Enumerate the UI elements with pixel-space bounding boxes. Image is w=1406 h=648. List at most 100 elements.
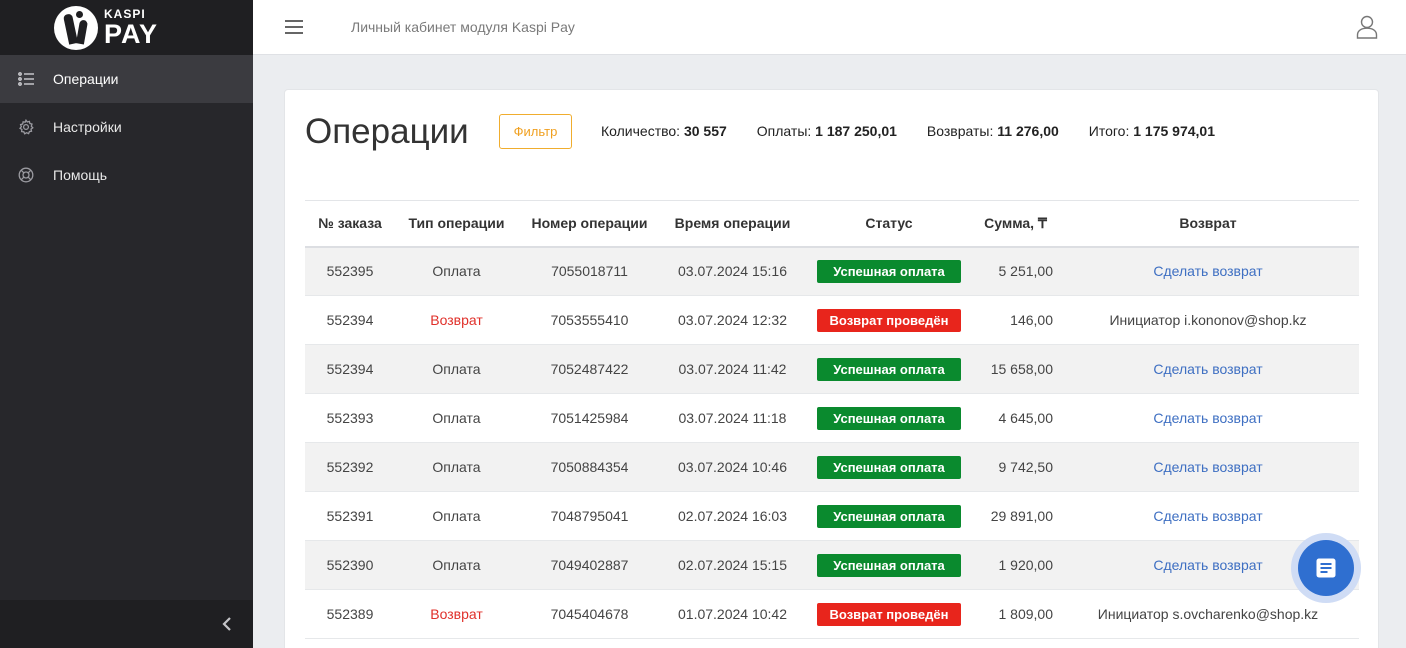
operations-card: Операции Фильтр Количество: 30 557 Оплат… (284, 89, 1379, 648)
table-row: 552393 Оплата 7051425984 03.07.2024 11:18 Ус… (305, 394, 1359, 443)
operation-type: Оплата (432, 263, 481, 280)
order-number: 552395 (326, 263, 374, 280)
refund-cell: Сделать возврат (1057, 492, 1359, 541)
table-row: 552394 Возврат 7053555410 03.07.2024 12:32 В… (305, 296, 1359, 345)
column-header-order[interactable]: № заказа (305, 201, 395, 247)
sidebar-footer (0, 600, 253, 648)
table-row: 552395 Оплата 7055018711 03.07.2024 15:16 Ус… (305, 246, 1359, 296)
refund-cell: Сделать возврат (1057, 443, 1359, 492)
status-cell: Возврат проведён (804, 296, 974, 345)
status-cell: Успешная оплата (804, 394, 974, 443)
order-number: 552394 (326, 312, 374, 328)
operation-sum: 29 891,00 (990, 508, 1053, 524)
operation-time: 03.07.2024 11:18 (678, 410, 787, 426)
operation-type: Оплата (432, 557, 481, 573)
table-row: 552394 Оплата 7052487422 03.07.2024 11:42 Ус… (305, 344, 1359, 394)
sidebar-item-help[interactable]: Помощь (0, 151, 253, 199)
status-cell: Успешная оплата (804, 247, 974, 296)
make-refund-link[interactable]: Сделать возврат (1153, 557, 1262, 573)
operation-sum: 5 251,00 (998, 263, 1054, 280)
refund-initiator: Инициатор i.kononov@shop.kz (1109, 312, 1307, 328)
operation-type: Возврат (430, 606, 483, 622)
page-title: Операции (305, 112, 469, 151)
table-row: 552391 Оплата 7048795041 02.07.2024 16:03 Ус… (305, 492, 1359, 541)
list-icon (17, 70, 35, 88)
order-number: 552391 (326, 508, 374, 524)
lifebuoy-icon (17, 166, 35, 184)
operation-type: Возврат (430, 312, 483, 328)
header-title: Личный кабинет модуля Kaspi Pay (351, 19, 575, 35)
hamburger-icon (285, 20, 303, 22)
stat-refunds: Возвраты: 11 276,00 (926, 123, 1059, 139)
operation-sum: 1 809,00 (998, 606, 1054, 622)
status-cell: Успешная оплата (804, 492, 974, 541)
sidebar-item-label: Операции (53, 71, 119, 87)
order-number: 552392 (326, 459, 374, 475)
column-header-status[interactable]: Статус (804, 201, 974, 247)
column-header-time[interactable]: Время операции (661, 201, 804, 247)
table-row: 552392 Оплата 7050884354 03.07.2024 10:46 Ус… (305, 442, 1359, 492)
operation-number: 7052487422 (550, 361, 629, 377)
chevron-left-icon (222, 617, 231, 631)
order-number: 552390 (326, 557, 374, 573)
status-badge: Успешная оплата (817, 357, 961, 381)
operation-number: 7045404678 (550, 606, 629, 622)
column-header-op-number[interactable]: Номер операции (518, 201, 661, 247)
column-header-type[interactable]: Тип операции (395, 201, 518, 247)
operation-type: Оплата (432, 361, 481, 377)
make-refund-link[interactable]: Сделать возврат (1153, 459, 1262, 475)
status-cell: Успешная оплата (804, 345, 974, 394)
status-badge: Успешная оплата (817, 504, 961, 528)
column-header-refund: Возврат (1179, 215, 1237, 232)
operation-sum: 15 658,00 (990, 361, 1053, 377)
refund-cell: Сделать возврат (1057, 345, 1359, 394)
operation-number: 7053555410 (550, 312, 629, 328)
sidebar-item-label: Настройки (53, 119, 122, 135)
status-badge: Успешная оплата (817, 553, 961, 577)
operation-time: 03.07.2024 11:42 (678, 361, 787, 377)
sidebar-item-settings[interactable]: Настройки (0, 103, 253, 151)
column-header-sum[interactable]: Сумма, ₸ (974, 201, 1057, 247)
operation-time: 03.07.2024 10:46 (678, 459, 787, 475)
operation-number: 7050884354 (550, 459, 629, 475)
operation-time: 01.07.2024 10:42 (678, 606, 787, 622)
sidebar-item-operations[interactable]: Операции (0, 55, 253, 103)
operation-number: 7051425984 (550, 410, 629, 426)
operation-time: 02.07.2024 15:15 (678, 557, 787, 573)
operation-sum: 1 920,00 (998, 557, 1054, 573)
table-row: 552390 Оплата 7049402887 02.07.2024 15:15 Ус… (305, 540, 1359, 590)
support-chat-button[interactable] (1291, 533, 1361, 603)
status-badge: Успешная оплата (817, 259, 961, 283)
sidebar: KASPI PAY Операции Настройки Помощь (0, 0, 253, 648)
make-refund-link[interactable]: Сделать возврат (1153, 263, 1262, 279)
table-header-row: № заказа Тип операции Номер операции Вре… (305, 200, 1359, 247)
collapse-sidebar-button[interactable] (217, 614, 237, 634)
operation-type: Оплата (432, 508, 481, 524)
make-refund-link[interactable]: Сделать возврат (1153, 361, 1262, 377)
status-badge: Успешная оплата (817, 455, 961, 479)
logo-text-bottom: PAY (104, 18, 159, 49)
operation-number: 7049402887 (550, 557, 629, 573)
status-cell: Успешная оплата (804, 443, 974, 492)
filter-button[interactable]: Фильтр (499, 114, 572, 149)
operations-table: № заказа Тип операции Номер операции Вре… (305, 200, 1359, 639)
kaspi-logo-icon (54, 5, 98, 50)
make-refund-link[interactable]: Сделать возврат (1153, 508, 1262, 524)
operation-time: 02.07.2024 16:03 (678, 508, 787, 524)
refund-cell: Сделать возврат (1057, 247, 1359, 296)
gear-icon (17, 118, 35, 136)
summary-stats: Количество: 30 557 Оплаты: 1 187 250,01 … (601, 123, 1245, 139)
make-refund-link[interactable]: Сделать возврат (1153, 410, 1262, 426)
user-icon (1356, 15, 1378, 39)
status-badge: Возврат проведён (817, 308, 961, 332)
user-profile-button[interactable] (1356, 15, 1378, 39)
refund-cell: Сделать возврат (1057, 394, 1359, 443)
operation-type: Оплата (432, 410, 481, 426)
top-header: Личный кабинет модуля Kaspi Pay (253, 0, 1406, 55)
operation-number: 7055018711 (551, 263, 628, 280)
status-badge: Возврат проведён (817, 602, 961, 626)
kaspi-pay-logo[interactable]: KASPI PAY (0, 0, 253, 55)
menu-toggle-button[interactable] (285, 20, 303, 34)
sidebar-item-label: Помощь (53, 167, 108, 183)
table-row: 552389 Возврат 7045404678 01.07.2024 10:42 В… (305, 590, 1359, 639)
